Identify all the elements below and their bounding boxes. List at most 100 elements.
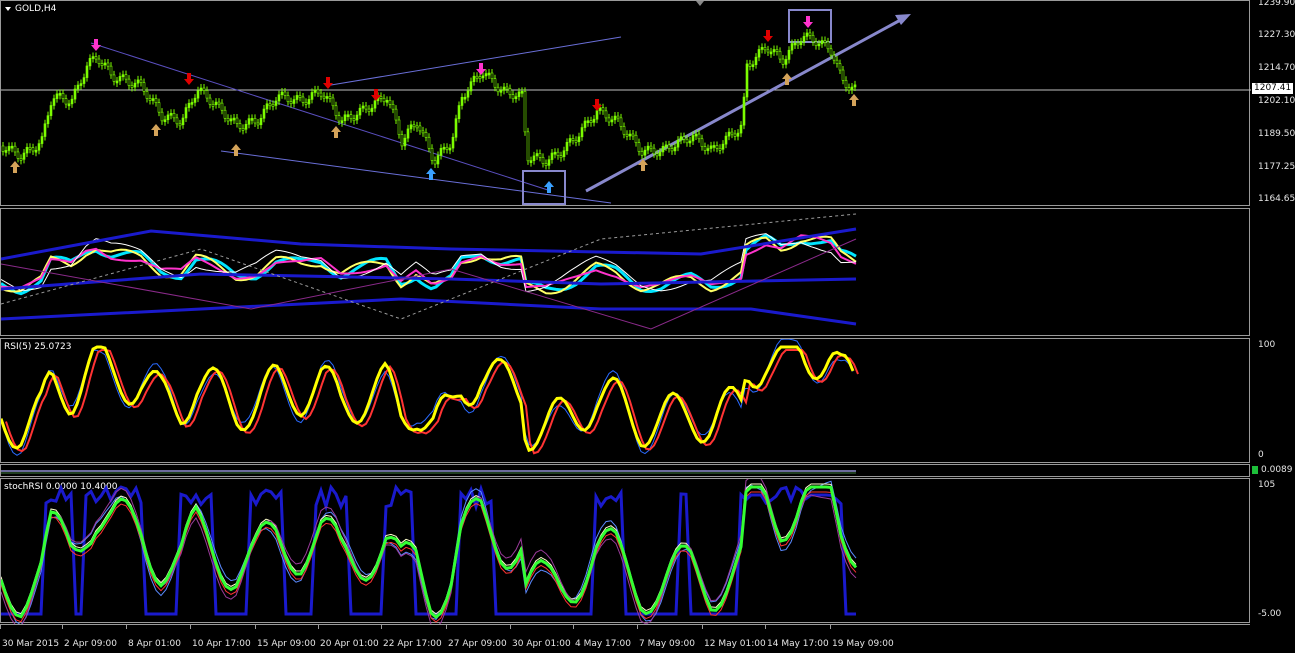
bands-indicator-pane[interactable] — [0, 208, 1250, 336]
candle — [178, 123, 182, 127]
candle — [643, 149, 647, 156]
candle — [40, 136, 44, 144]
time-tick: 7 May 09:00 — [639, 639, 695, 649]
candle — [343, 114, 347, 122]
candle — [640, 151, 644, 156]
candle — [541, 157, 545, 164]
candle — [244, 123, 248, 130]
candle — [553, 151, 557, 155]
band-dashed-line — [1, 213, 857, 320]
candle — [157, 102, 161, 113]
rsi-indicator-pane[interactable]: RSI(5) 25.0723 — [0, 338, 1250, 463]
candle — [559, 155, 563, 159]
candle — [172, 113, 176, 119]
candle — [691, 135, 695, 142]
candle — [565, 142, 569, 152]
stoch-scale-bottom: -5.00 — [1258, 609, 1282, 619]
candle — [682, 136, 686, 140]
candle — [673, 146, 677, 152]
candle — [835, 59, 839, 64]
strip-scale: 0.0089 — [1252, 464, 1295, 477]
candle — [538, 153, 542, 158]
candle — [325, 96, 329, 99]
candle — [460, 96, 464, 106]
candle — [832, 54, 836, 61]
band-lower-line — [1, 297, 857, 326]
candle — [688, 140, 692, 144]
candle — [676, 139, 680, 148]
candle — [337, 115, 341, 122]
candle — [727, 131, 731, 137]
arrow-down-icon — [323, 77, 333, 89]
candle — [85, 65, 89, 78]
candle — [433, 160, 437, 165]
candle — [304, 102, 308, 105]
strip-indicator-pane[interactable] — [0, 464, 1250, 477]
candle — [91, 56, 95, 59]
arrow-up-icon — [231, 144, 241, 156]
candle — [385, 100, 389, 103]
candle — [745, 63, 749, 98]
candle — [613, 115, 617, 121]
candle — [214, 101, 218, 105]
candle — [616, 115, 620, 119]
stoch-plot — [1, 479, 858, 624]
candle — [43, 123, 47, 137]
price-scale: 1239.90 1227.30 1214.70 1202.10 1189.50 … — [1252, 0, 1295, 206]
strip-value: 0.0089 — [1261, 465, 1293, 475]
stochrsi-indicator-pane[interactable]: stochRSI 0.0000 10.4000 — [0, 478, 1250, 624]
candle — [349, 114, 353, 120]
candle — [232, 117, 236, 121]
arrow-up-icon — [849, 94, 859, 106]
candle — [508, 88, 512, 95]
price-tick: 1177.25 — [1258, 162, 1295, 172]
candle — [145, 91, 149, 99]
time-tick: 20 Apr 01:00 — [320, 639, 379, 649]
candle — [772, 49, 776, 53]
candle — [202, 87, 206, 91]
candle — [463, 96, 467, 100]
candle — [436, 155, 440, 165]
candle — [475, 75, 479, 79]
candle — [346, 114, 350, 117]
candle — [262, 108, 266, 119]
candle — [817, 43, 821, 47]
candle — [277, 94, 281, 102]
candle — [778, 51, 782, 60]
candle — [328, 96, 332, 99]
candle — [718, 147, 722, 151]
candle — [523, 91, 527, 133]
candle — [814, 41, 818, 46]
candle — [667, 144, 671, 149]
candle — [793, 42, 797, 46]
rsi-blue-line — [1, 339, 854, 456]
candle — [121, 74, 125, 77]
candle — [631, 133, 635, 137]
stoch-scale: 105 -5.00 — [1252, 478, 1295, 623]
candle — [109, 65, 113, 76]
candle — [307, 99, 311, 105]
candle — [607, 117, 611, 123]
candle — [730, 131, 734, 135]
candle — [256, 122, 260, 126]
candle — [547, 159, 551, 166]
candle — [397, 119, 401, 135]
candle — [358, 107, 362, 116]
candle — [124, 74, 128, 80]
price-chart-pane[interactable]: GOLD,H4 — [0, 0, 1251, 206]
arrow-up-icon — [331, 126, 341, 138]
candle — [751, 64, 755, 67]
candle — [148, 98, 152, 101]
candle — [841, 69, 845, 81]
candle — [130, 85, 134, 88]
candle — [670, 148, 674, 152]
candle — [169, 113, 173, 116]
candle — [208, 97, 212, 105]
candle — [736, 132, 740, 137]
band-upper-line — [1, 227, 857, 261]
candle — [829, 48, 833, 56]
candle — [166, 114, 170, 121]
time-tick: 15 Apr 09:00 — [257, 639, 316, 649]
candle — [484, 73, 488, 77]
candle — [112, 74, 116, 82]
